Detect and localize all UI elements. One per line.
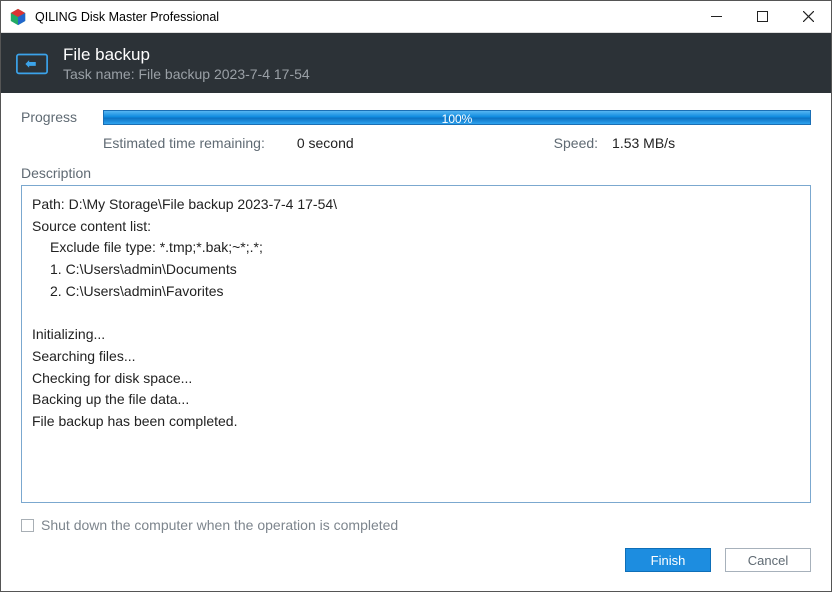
close-button[interactable]	[785, 1, 831, 32]
minimize-button[interactable]	[693, 1, 739, 32]
speed-value: 1.53 MB/s	[612, 135, 675, 151]
window-title: QILING Disk Master Professional	[35, 10, 693, 24]
log-line: File backup has been completed.	[32, 411, 800, 433]
log-line: Initializing...	[32, 324, 800, 346]
shutdown-checkbox-label: Shut down the computer when the operatio…	[41, 517, 398, 533]
eta-label: Estimated time remaining:	[103, 135, 265, 151]
log-line: Exclude file type: *.tmp;*.bak;~*;.*;	[32, 237, 800, 259]
shutdown-checkbox[interactable]	[21, 519, 34, 532]
finish-button[interactable]: Finish	[625, 548, 711, 572]
cancel-button[interactable]: Cancel	[725, 548, 811, 572]
page-title: File backup	[63, 45, 310, 65]
speed-label: Speed:	[554, 135, 598, 151]
log-line: Backing up the file data...	[32, 389, 800, 411]
log-line: Path: D:\My Storage\File backup 2023-7-4…	[32, 194, 800, 216]
footer: Finish Cancel	[1, 543, 831, 591]
app-icon	[9, 8, 27, 26]
log-line: 2. C:\Users\admin\Favorites	[32, 281, 800, 303]
log-line: 1. C:\Users\admin\Documents	[32, 259, 800, 281]
backup-destination-icon	[15, 46, 49, 80]
log-line: Searching files...	[32, 346, 800, 368]
titlebar: QILING Disk Master Professional	[1, 1, 831, 33]
progress-bar: 100%	[103, 110, 811, 125]
maximize-button[interactable]	[739, 1, 785, 32]
description-log[interactable]: Path: D:\My Storage\File backup 2023-7-4…	[21, 185, 811, 503]
log-line: Checking for disk space...	[32, 368, 800, 390]
window-controls	[693, 1, 831, 32]
app-window: QILING Disk Master Professional File bac…	[0, 0, 832, 592]
header-band: File backup Task name: File backup 2023-…	[1, 33, 831, 93]
log-line: Source content list:	[32, 216, 800, 238]
progress-label: Progress	[21, 109, 103, 125]
main-content: Progress 100% Estimated time remaining: …	[1, 93, 831, 543]
task-name: Task name: File backup 2023-7-4 17-54	[63, 66, 310, 82]
eta-value: 0 second	[297, 135, 354, 151]
progress-percent: 100%	[442, 112, 473, 126]
description-label: Description	[21, 165, 811, 181]
